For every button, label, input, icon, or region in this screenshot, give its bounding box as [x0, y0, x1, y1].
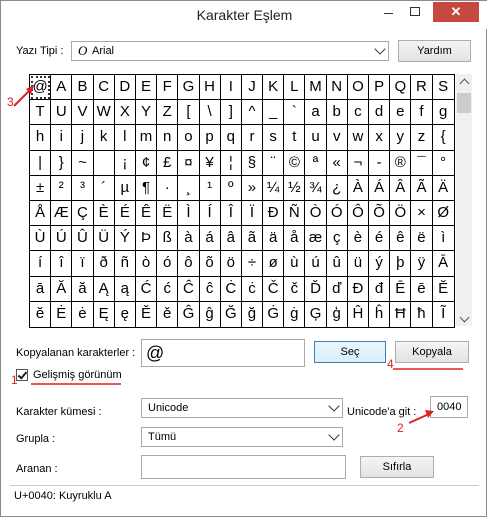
annotation-2: 2 — [397, 421, 404, 435]
annotation-4: 4 — [387, 357, 394, 371]
annotation-1: 1 — [11, 373, 18, 387]
character-map-window: Karakter Eşlem ✕ Yazı Tipi : O Arial Yar… — [0, 0, 487, 517]
annotation-overlay — [13, 85, 463, 424]
annotation-arrowhead-2 — [425, 410, 434, 418]
annotation-arrow-2 — [408, 413, 430, 424]
annotation-3: 3 — [7, 95, 14, 109]
annotation-arrow-3 — [13, 88, 32, 107]
